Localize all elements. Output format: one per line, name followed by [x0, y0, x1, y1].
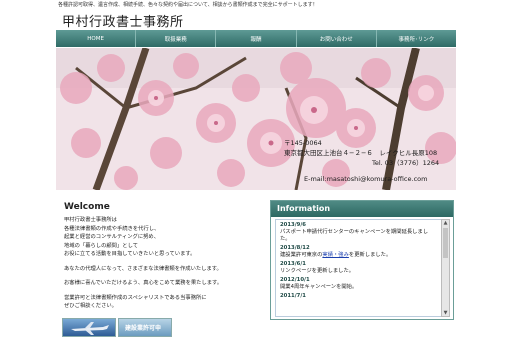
news-scrollbar[interactable]: ▲ ▼	[441, 219, 450, 317]
banner-label: 建設業許可申	[125, 325, 162, 332]
nav-services[interactable]: 取扱業務	[136, 30, 217, 47]
passport-banner[interactable]	[62, 318, 116, 337]
welcome-line: 営業許可と法律書類作成のスペシャリストである当事務所に	[64, 294, 207, 301]
welcome-line: 甲村行政書士事務所は	[64, 217, 117, 223]
banner-links: 建設業許可申	[62, 318, 172, 337]
news-item: 2013/8/12 建設業許可東京の実績・強みを更新しました。	[276, 243, 441, 259]
news-text: パスポート申請代行センターのキャンペーンを期間延長しました。	[280, 229, 429, 242]
phone-number: Tel. 03（3776）1264	[372, 159, 440, 167]
street-address: 東京都大田区上池台４−２−６ レイクヒル長原108	[284, 149, 438, 157]
news-item: 2012/10/1 開業4周年キャンペーンを開始。	[276, 275, 441, 291]
main-nav: HOME 取扱業務 報酬 お問い合わせ 事務所･リンク	[56, 30, 456, 47]
news-text: 開業4周年キャンペーンを開始。	[280, 284, 358, 290]
email-address[interactable]: E-mail:masatoshi@komura-office.com	[304, 174, 439, 184]
news-date: 2013/8/12	[280, 245, 310, 251]
header-tagline: 各種許認可取得、遺言作成、相続手続、色々な契約や届出について、相談から書類作成ま…	[58, 2, 318, 8]
welcome-line: お役に立てる活動を目指していきたいと思っています。	[64, 251, 196, 257]
nav-fees[interactable]: 報酬	[216, 30, 297, 47]
scroll-up-icon[interactable]: ▲	[442, 220, 449, 226]
welcome-line: ぜひご相談ください。	[64, 303, 117, 309]
news-text: リンクページを更新しました。	[280, 268, 355, 274]
airplane-icon	[71, 322, 109, 335]
nav-contact[interactable]: お問い合わせ	[297, 30, 377, 47]
news-date: 2012/10/1	[280, 277, 310, 283]
nav-home[interactable]: HOME	[56, 30, 137, 47]
welcome-heading: Welcome	[64, 202, 110, 212]
news-date: 2013/6/1	[280, 261, 306, 267]
postal-code: 〒145-0064	[284, 139, 322, 147]
news-date: 2011/7/1	[280, 293, 306, 299]
news-text: を更新しました。	[348, 252, 392, 258]
scroll-thumb[interactable]	[443, 228, 448, 258]
news-text: 建設業許可東京の	[280, 252, 323, 258]
construction-permit-banner[interactable]: 建設業許可申	[118, 318, 172, 337]
nav-office-links[interactable]: 事務所･リンク	[377, 30, 456, 47]
news-item: 2013/6/1 リンクページを更新しました。	[276, 259, 441, 275]
page: 各種許認可取得、遺言作成、相続手続、色々な契約や届出について、相談から書類作成ま…	[0, 0, 512, 358]
site-title[interactable]: 甲村行政書士事務所	[62, 11, 184, 30]
welcome-text: 甲村行政書士事務所は 各種法律書類の作成や手続きを代行し、 起業と経営のコンサル…	[64, 216, 264, 317]
news-link[interactable]: 実績・強み	[322, 252, 349, 258]
news-date: 2013/9/6	[280, 222, 306, 228]
welcome-paragraph: お客様に喜んでいただけるよう、真心をこめて業務を果たします。	[64, 280, 223, 286]
information-panel: Information 2013/9/6 パスポート申請代行センターのキャンペー…	[270, 200, 454, 320]
welcome-line: 各種法律書類の作成や手続きを代行し、	[64, 225, 160, 232]
welcome-paragraph: あなたの代理人になって、さまざまな法律書類を作成いたします。	[64, 265, 222, 272]
news-item: 2013/9/6 パスポート申請代行センターのキャンペーンを期間延長しました。	[276, 220, 441, 243]
scroll-down-icon[interactable]: ▼	[442, 310, 449, 316]
welcome-line: 地域の「暮らしの顧問」として	[64, 242, 138, 249]
news-item: 2011/7/1	[276, 291, 441, 300]
news-list[interactable]: 2013/9/6 パスポート申請代行センターのキャンペーンを期間延長しました。 …	[275, 219, 442, 317]
information-heading: Information	[271, 201, 453, 217]
welcome-line: 起業と経営のコンサルティングに努め、	[64, 234, 160, 240]
office-address: 〒145-0064 東京都大田区上池台４−２−６ レイクヒル長原108 Tel.…	[284, 138, 439, 184]
